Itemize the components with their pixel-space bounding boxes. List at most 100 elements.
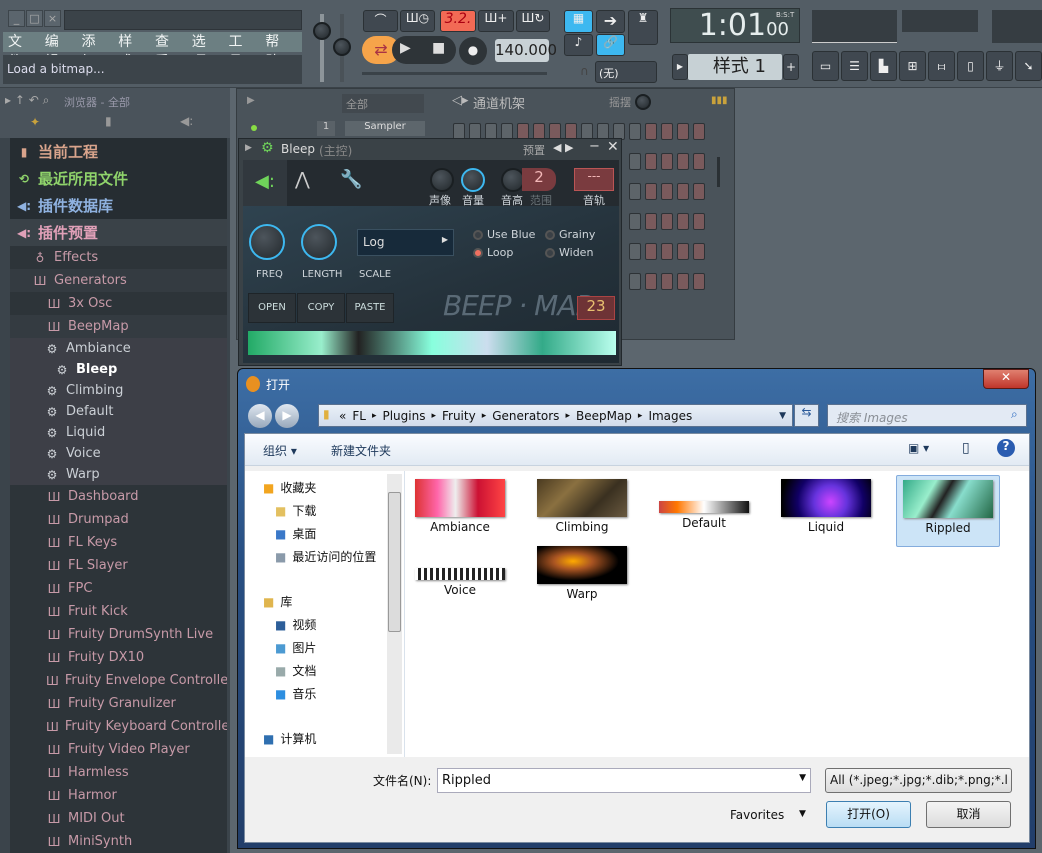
view-options-icon[interactable]: ▣ ▾ bbox=[908, 441, 929, 455]
play-icon[interactable]: ▶ bbox=[400, 40, 411, 56]
open-button[interactable]: OPEN bbox=[248, 293, 296, 323]
browser-item[interactable]: Ш FPC bbox=[10, 577, 227, 600]
step-button[interactable] bbox=[629, 183, 641, 200]
browser-item[interactable]: Ш Fruity Keyboard Controller bbox=[10, 715, 227, 738]
address-bar[interactable]: « FL ▸ Plugins ▸ Fruity ▸ Generators ▸ BeepMap ▸ Im… bbox=[318, 404, 793, 427]
browser-item[interactable]: ◀: 插件数据库 bbox=[10, 192, 227, 219]
pattern-arrow-button[interactable]: ▶ bbox=[672, 54, 688, 80]
plugin-icon[interactable]: ◀: bbox=[180, 114, 193, 128]
nav-item[interactable]: ■ 桌面 bbox=[275, 525, 316, 542]
step-button[interactable] bbox=[629, 123, 641, 140]
step-button[interactable] bbox=[693, 183, 705, 200]
browser-icon[interactable]: ⊞ bbox=[899, 51, 926, 81]
menu-edit[interactable]: 编辑 bbox=[45, 32, 72, 70]
browser-item[interactable]: Ш Fruity DX10 bbox=[10, 646, 227, 669]
organize-button[interactable]: 组织 ▾ bbox=[263, 442, 297, 459]
browser-item[interactable]: ⚙ Default bbox=[10, 401, 227, 422]
channel-led[interactable] bbox=[251, 125, 257, 131]
menu-add[interactable]: 添加 bbox=[82, 32, 109, 70]
preview-pane-icon[interactable]: ▯ bbox=[962, 440, 970, 456]
freq-knob[interactable] bbox=[249, 224, 285, 260]
step-button[interactable] bbox=[677, 243, 689, 260]
step-button[interactable] bbox=[661, 183, 673, 200]
tempo-field[interactable]: 140.000 bbox=[495, 39, 557, 62]
minimize-button[interactable]: _ bbox=[8, 10, 25, 27]
breadcrumb-item[interactable]: Fruity bbox=[442, 409, 476, 423]
browser-item[interactable]: Ш Harmless bbox=[10, 761, 227, 784]
rack-menu-icon[interactable]: ▮▮▮ bbox=[711, 95, 728, 106]
file-thumbnail[interactable]: Default bbox=[652, 475, 756, 547]
option-radio[interactable]: Widen bbox=[545, 246, 593, 259]
nav-item[interactable]: ■ 库 bbox=[263, 593, 292, 610]
option-radio[interactable]: Use Blue bbox=[473, 228, 535, 241]
step-button[interactable] bbox=[677, 183, 689, 200]
file-thumbnail[interactable]: Ambiance bbox=[408, 475, 512, 547]
step-button[interactable] bbox=[677, 153, 689, 170]
minimize-icon[interactable]: − bbox=[589, 139, 600, 154]
breadcrumb-item[interactable]: Plugins bbox=[382, 409, 425, 423]
file-icon[interactable]: ▮ bbox=[105, 114, 112, 128]
breadcrumb-item[interactable]: FL bbox=[352, 409, 366, 423]
browser-item[interactable]: ⚙ Liquid bbox=[10, 422, 227, 443]
step-button[interactable] bbox=[645, 243, 657, 260]
browser-item[interactable]: Ш Fruity Video Player bbox=[10, 738, 227, 761]
nav-item[interactable]: ■ 视频 bbox=[275, 616, 316, 633]
breadcrumb-item[interactable]: Images bbox=[648, 409, 692, 423]
step-button[interactable] bbox=[677, 273, 689, 290]
arrow-right-icon[interactable]: ➔ bbox=[596, 10, 625, 33]
channel-rack-icon[interactable]: ☰ bbox=[841, 51, 868, 81]
wrench-tab-icon[interactable]: 🔧 bbox=[340, 169, 362, 190]
step-button[interactable] bbox=[677, 123, 689, 140]
browser-nav-icons[interactable]: ▸ ↑ ↶ ⌕ bbox=[5, 93, 49, 108]
option-radio[interactable]: Grainy bbox=[545, 228, 595, 241]
browser-item[interactable]: Ш Drumpad bbox=[10, 508, 227, 531]
menu-options[interactable]: 选项 bbox=[192, 32, 219, 70]
browser-item[interactable]: ⚙ Voice bbox=[10, 443, 227, 464]
rack-scrollbar[interactable] bbox=[717, 157, 720, 187]
volume-knob[interactable] bbox=[461, 168, 485, 192]
breadcrumb-item[interactable]: Generators bbox=[492, 409, 559, 423]
waveform-icon[interactable]: ✦ bbox=[30, 115, 40, 129]
step-button[interactable] bbox=[645, 183, 657, 200]
envelope-tab-icon[interactable]: ⋀ bbox=[295, 169, 310, 190]
menu-patterns[interactable]: 样式 bbox=[118, 32, 145, 70]
search-input[interactable]: 搜索 Images bbox=[827, 404, 1027, 427]
master-volume-handle[interactable] bbox=[313, 22, 331, 40]
browser-item[interactable]: Ш MiniSynth bbox=[10, 830, 227, 853]
number-field[interactable]: 23 bbox=[577, 296, 615, 320]
nav-scrollbar-thumb[interactable] bbox=[388, 492, 401, 632]
browser-item[interactable]: ⟲ 最近所用文件 bbox=[10, 165, 227, 192]
step-button[interactable] bbox=[661, 123, 673, 140]
browser-item[interactable]: Ш FL Keys bbox=[10, 531, 227, 554]
close-button[interactable]: × bbox=[44, 10, 61, 27]
refresh-button[interactable]: ⇆ bbox=[794, 404, 819, 427]
channel-name-button[interactable]: Sampler bbox=[345, 121, 425, 136]
nav-item[interactable]: ■ 计算机 bbox=[263, 730, 316, 747]
breadcrumb-item[interactable]: BeepMap bbox=[576, 409, 632, 423]
nav-item[interactable]: ■ 收藏夹 bbox=[263, 479, 316, 496]
step-button[interactable] bbox=[693, 153, 705, 170]
step-button[interactable] bbox=[661, 243, 673, 260]
chevron-down-icon[interactable]: ▼ bbox=[799, 773, 806, 783]
playlist-icon[interactable]: ▭ bbox=[812, 51, 839, 81]
song-position-slider[interactable] bbox=[362, 72, 547, 75]
loop-record-icon[interactable]: Ш↻ bbox=[516, 10, 550, 32]
dialog-close-button[interactable]: ✕ bbox=[983, 369, 1029, 389]
mixer-icon[interactable]: ⧦ bbox=[928, 51, 955, 81]
main-knob-icon[interactable]: ♜ bbox=[628, 10, 658, 45]
step-button[interactable] bbox=[661, 273, 673, 290]
step-button[interactable] bbox=[693, 213, 705, 230]
bitmap-preview[interactable] bbox=[248, 331, 616, 355]
new-folder-button[interactable]: 新建文件夹 bbox=[331, 442, 391, 459]
pattern-song-toggle[interactable]: 3.2. bbox=[440, 10, 476, 32]
expand-icon[interactable]: ▶ bbox=[245, 143, 252, 153]
add-pattern-button[interactable]: + bbox=[783, 54, 799, 80]
browser-item[interactable]: ⚙ Bleep bbox=[10, 359, 227, 380]
nav-item[interactable]: ■ 图片 bbox=[275, 639, 316, 656]
plugin-tab-icon[interactable]: ◀: bbox=[243, 160, 287, 206]
menu-view[interactable]: 查看 bbox=[155, 32, 182, 70]
open-button[interactable]: 打开(O) bbox=[826, 801, 911, 828]
browser-item[interactable]: Ш MIDI Out bbox=[10, 807, 227, 830]
step-button[interactable] bbox=[629, 213, 641, 230]
option-radio[interactable]: Loop bbox=[473, 246, 513, 259]
